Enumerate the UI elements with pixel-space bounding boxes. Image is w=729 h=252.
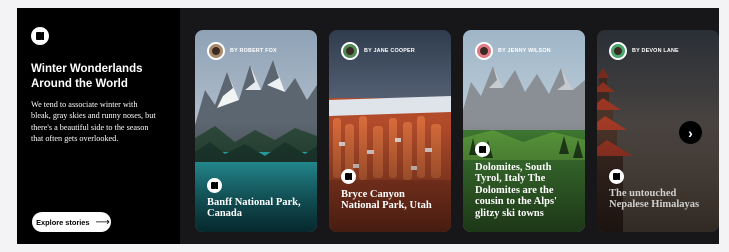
author-byline: BY DEVON LANE bbox=[632, 48, 679, 54]
story-card-dolomites[interactable]: BY JENNY WILSON Dolomites, South Tyrol, … bbox=[463, 30, 585, 232]
author-byline: BY ROBERT FOX bbox=[230, 48, 277, 54]
stories-carousel: Winter Wonderlands Around the World We t… bbox=[17, 8, 719, 244]
author-avatar bbox=[341, 42, 359, 60]
author-avatar bbox=[609, 42, 627, 60]
story-icon bbox=[341, 169, 356, 184]
card-author: BY DEVON LANE bbox=[609, 42, 679, 60]
card-title: Bryce Canyon National Park, Utah bbox=[341, 189, 432, 212]
arrow-right-icon: ⟶ bbox=[95, 216, 110, 228]
chevron-right-icon: › bbox=[688, 124, 693, 141]
carousel-next-button[interactable]: › bbox=[679, 121, 702, 144]
story-logo-icon bbox=[31, 27, 49, 45]
card-title: The untouched Nepalese Himalayas bbox=[609, 188, 700, 211]
explore-stories-label: Explore stories bbox=[36, 217, 90, 227]
story-icon bbox=[207, 178, 222, 193]
intro-title: Winter Wonderlands Around the World bbox=[31, 63, 143, 90]
story-icon bbox=[475, 142, 490, 157]
story-card-banff[interactable]: BY ROBERT FOX Banff National Park, Canad… bbox=[195, 30, 317, 232]
card-author: BY ROBERT FOX bbox=[207, 42, 277, 60]
explore-stories-button[interactable]: Explore stories ⟶ bbox=[32, 212, 111, 232]
author-avatar bbox=[475, 42, 493, 60]
author-avatar bbox=[207, 42, 225, 60]
intro-panel: Winter Wonderlands Around the World We t… bbox=[17, 8, 180, 244]
card-title: Banff National Park, Canada bbox=[207, 197, 301, 220]
story-card-bryce-canyon[interactable]: BY JANE COOPER Bryce Canyon National Par… bbox=[329, 30, 451, 232]
intro-description: We tend to associate winter with bleak, … bbox=[31, 100, 156, 144]
card-author: BY JANE COOPER bbox=[341, 42, 415, 60]
card-title: Dolomites, South Tyrol, Italy The Dolomi… bbox=[475, 162, 557, 219]
author-byline: BY JENNY WILSON bbox=[498, 48, 551, 54]
card-author: BY JENNY WILSON bbox=[475, 42, 551, 60]
author-byline: BY JANE COOPER bbox=[364, 48, 415, 54]
story-icon bbox=[609, 169, 624, 184]
